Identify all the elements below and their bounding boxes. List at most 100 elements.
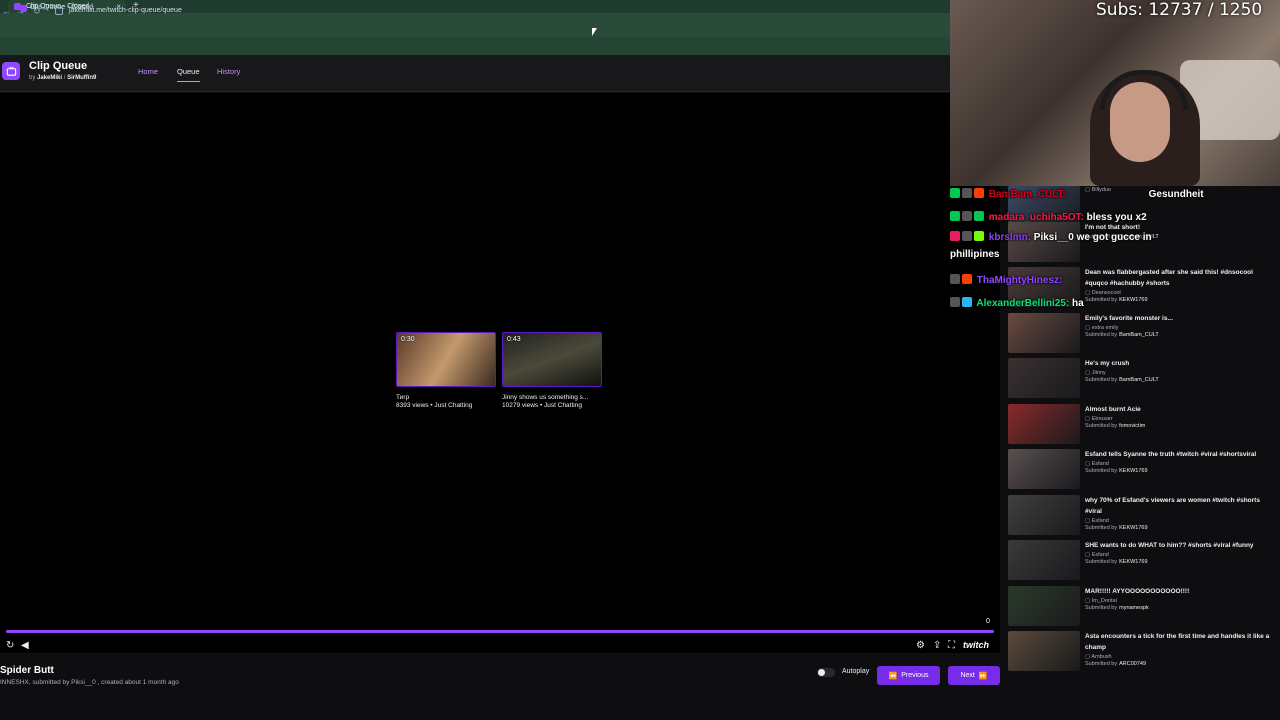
channel-icon: ▢ xyxy=(1085,370,1092,376)
queue-item-channel: ▢ Esfand xyxy=(1085,518,1273,524)
clip-meta: 10279 views • Just Chatting xyxy=(502,402,582,409)
queue-item-title: Esfand tells Syanne the truth #twitch #v… xyxy=(1085,451,1257,458)
clip-title: Jinny shows us something s... xyxy=(502,394,589,401)
chat-username: AlexanderBellini25: xyxy=(976,298,1070,309)
queue-item-channel: ▢ extra emily xyxy=(1085,325,1273,331)
queue-item[interactable]: SHE wants to do WHAT to him?? #shorts #v… xyxy=(1008,540,1273,584)
bookmarks-bar xyxy=(0,37,950,55)
queue-item[interactable]: He's my crush ▢ Jiinny Submitted by BamBam_… xyxy=(1008,358,1273,402)
queue-item-thumbnail[interactable] xyxy=(1008,631,1080,671)
badge-icon xyxy=(950,211,960,221)
submitter-name: KEKW1769 xyxy=(1119,468,1148,474)
queue-item-channel: ▢ Im_Dontai xyxy=(1085,598,1273,604)
queue-item[interactable]: Asta encounters a tick for the first tim… xyxy=(1008,631,1273,675)
chat-text: Gesundheit xyxy=(1148,189,1204,200)
submitter-name: KEKW1769 xyxy=(1119,525,1148,531)
twitch-logo[interactable]: twitch xyxy=(963,640,989,650)
submitter-name: BamBam_CULT xyxy=(1119,377,1159,383)
fullscreen-icon[interactable]: ⛶ xyxy=(948,640,955,651)
queue-item[interactable]: MAR!!!!! AYYOOOOOOOOOOO!!!! ▢ Im_Dontai Su… xyxy=(1008,586,1273,630)
submitted-by-label: Submitted by xyxy=(1085,605,1118,611)
previous-button[interactable]: ⏪ Previous xyxy=(877,666,940,685)
settings-icon[interactable]: ⚙ xyxy=(916,640,925,651)
nav-home[interactable]: Home xyxy=(138,67,158,76)
chat-username: ThaMightyHinesz: xyxy=(976,275,1063,286)
sub-goal-counter: Subs: 12737 / 1250 xyxy=(1096,0,1263,20)
queue-item-thumbnail[interactable] xyxy=(1008,586,1080,626)
chat-username: BamBam_CULT: xyxy=(988,189,1066,200)
channel-icon: ▢ xyxy=(1085,325,1092,331)
queue-item[interactable]: why 70% of Esfand's viewers are women #t… xyxy=(1008,495,1273,539)
queue-item-thumbnail[interactable] xyxy=(1008,404,1080,444)
channel-name: Esfand xyxy=(1091,461,1109,467)
chat-text: Piksi__0 we got gucce in xyxy=(1033,232,1152,243)
channel-link[interactable]: INNESHX xyxy=(0,679,29,686)
submitter-name: ARC00749 xyxy=(1119,661,1147,667)
author-link[interactable]: JakeMiki xyxy=(37,75,62,81)
queue-item-title: Asta encounters a tick for the first tim… xyxy=(1085,633,1270,651)
app-logo-icon[interactable] xyxy=(2,62,20,80)
queue-item-text: Emily's favorite monster is... ▢ extra em… xyxy=(1085,313,1273,338)
submitted-by-label: Submitted by xyxy=(1085,559,1118,565)
nav-queue[interactable]: Queue xyxy=(177,67,200,82)
clip-thumbnail[interactable]: 0:43 xyxy=(502,332,602,387)
queue-item-thumbnail[interactable] xyxy=(1008,449,1080,489)
sub-badge-icon xyxy=(962,274,972,284)
author-link[interactable]: SirMuffin9 xyxy=(67,75,96,81)
progress-bar[interactable] xyxy=(6,630,994,633)
autoplay-label: Autoplay xyxy=(842,668,870,675)
queue-item-thumbnail[interactable] xyxy=(1008,313,1080,353)
queue-item[interactable]: Almost burnt Acie ▢ Ebrusarr Submitted by f… xyxy=(1008,404,1273,448)
queue-item-submitter: Submitted by KEKW1769 xyxy=(1085,468,1273,474)
queue-item-text: SHE wants to do WHAT to him?? #shorts #v… xyxy=(1085,540,1273,565)
queue-item-text: Esfand tells Syanne the truth #twitch #v… xyxy=(1085,449,1273,474)
bookmark-favicon-icon xyxy=(20,5,27,12)
chat-message: ThaMightyHinesz: xyxy=(950,274,1062,286)
suggested-clip[interactable]: 0:43 Jinny shows us something s... 10279… xyxy=(502,332,602,409)
queue-item-submitter: Submitted by KEKW1769 xyxy=(1085,525,1273,531)
volume-icon[interactable]: ◀ xyxy=(21,640,29,651)
channel-name: Esfand xyxy=(1091,552,1109,558)
queue-item-title: MAR!!!!! AYYOOOOOOOOOOO!!!! xyxy=(1085,588,1190,595)
channel-name: Im_Dontai xyxy=(1091,598,1117,604)
sub-badge-icon xyxy=(974,231,984,241)
share-icon[interactable]: ⇪ xyxy=(933,640,941,651)
channel-icon: ▢ xyxy=(1085,461,1092,467)
back-icon[interactable]: ← xyxy=(2,6,11,16)
submitted-by-label: Submitted by xyxy=(1085,661,1118,667)
sword-badge-icon xyxy=(962,231,972,241)
queue-item-channel: ▢ Esfand xyxy=(1085,552,1273,558)
video-player[interactable] xyxy=(0,93,1000,653)
queue-item[interactable]: I'm not that short! Submitted by BamBam_CU… xyxy=(1008,222,1273,266)
queue-item-thumbnail[interactable] xyxy=(1008,358,1080,398)
by-label: by xyxy=(29,75,36,81)
app-title: Clip Queue xyxy=(29,60,88,72)
chat-message: BamBam_CULT: Gesundheit xyxy=(950,188,1204,200)
suggested-clip[interactable]: 0:30 Тигр 8393 views • Just Chatting xyxy=(396,332,496,409)
replay-icon[interactable]: ↻ xyxy=(6,640,14,651)
queue-item-text: Almost burnt Acie ▢ Ebrusarr Submitted by f… xyxy=(1085,404,1273,429)
nav-history[interactable]: History xyxy=(217,67,240,76)
chat-message: AlexanderBellini25: ha xyxy=(950,297,1084,309)
submitted-by-label: Submitted by xyxy=(1085,332,1118,338)
autoplay-toggle[interactable] xyxy=(817,668,835,677)
channel-icon: ▢ xyxy=(1085,552,1092,558)
sword-badge-icon xyxy=(950,297,960,307)
countdown-counter: 0 xyxy=(986,618,990,625)
queue-item-submitter: Submitted by fomovictim xyxy=(1085,423,1273,429)
clip-thumbnail[interactable]: 0:30 xyxy=(396,332,496,387)
queue-item-thumbnail[interactable] xyxy=(1008,540,1080,580)
channel-name: Ebrusarr xyxy=(1091,416,1113,422)
queue-item[interactable]: Esfand tells Syanne the truth #twitch #v… xyxy=(1008,449,1273,493)
channel-name: Esfand xyxy=(1091,518,1109,524)
previous-label: Previous xyxy=(901,672,929,679)
channel-name: Jiinny xyxy=(1091,370,1106,376)
queue-item-text: MAR!!!!! AYYOOOOOOOOOOO!!!! ▢ Im_Dontai Su… xyxy=(1085,586,1273,611)
chat-message-continued: phillipines xyxy=(950,249,1000,260)
bookmark-item[interactable]: Clip Queue - Closed xyxy=(20,4,93,12)
queue-item[interactable]: Emily's favorite monster is... ▢ extra em… xyxy=(1008,313,1273,357)
queue-item-thumbnail[interactable] xyxy=(1008,495,1080,535)
queue-item-submitter: Submitted by mynamespk xyxy=(1085,605,1273,611)
submitted-by-label: Submitted by xyxy=(1085,525,1118,531)
next-button[interactable]: Next ⏩ xyxy=(948,666,1000,685)
